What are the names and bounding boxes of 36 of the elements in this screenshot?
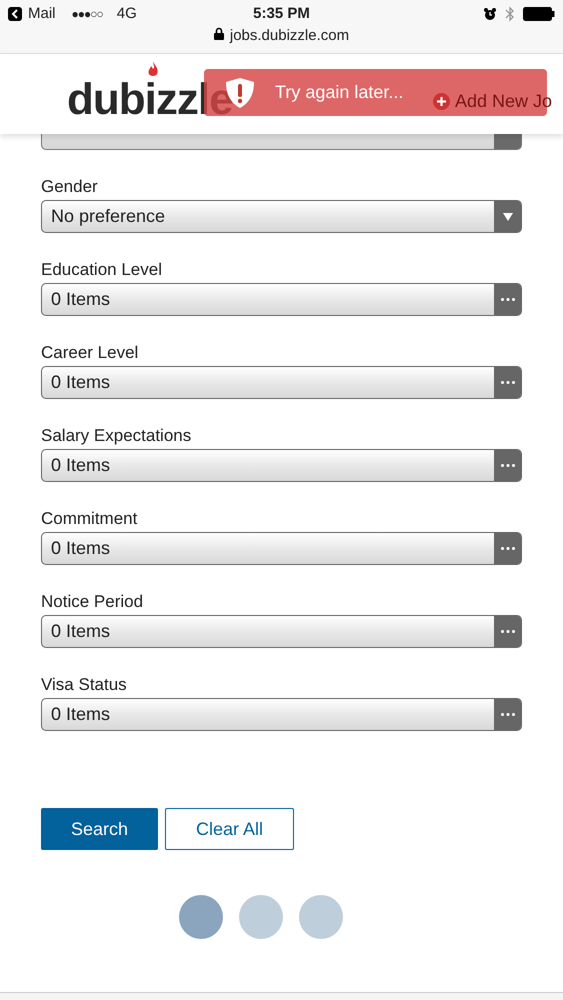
field-label: Salary Expectations <box>41 426 192 446</box>
ellipsis-icon <box>500 381 514 384</box>
field-label: Career Level <box>41 343 140 363</box>
dropdown-field[interactable] <box>41 133 522 150</box>
field-label: Education Level <box>41 260 163 280</box>
clock: 5:35 PM <box>252 5 311 22</box>
dropdown-field[interactable]: 0 Items <box>41 615 522 648</box>
clear-button[interactable]: Clear All <box>165 808 294 850</box>
dropdown-field[interactable]: 0 Items <box>41 283 522 316</box>
caret-icon <box>502 212 512 220</box>
field-label: Notice Period <box>41 592 144 612</box>
field-label: Gender <box>41 177 99 197</box>
battery-icon <box>523 6 555 20</box>
lock-icon <box>214 27 224 40</box>
field-label: Visa Status <box>41 675 128 695</box>
dropdown-field[interactable]: No preference <box>41 200 522 233</box>
bluetooth-icon <box>505 6 515 22</box>
ellipsis-icon <box>500 298 514 301</box>
toast-message: Try again later... <box>275 82 404 103</box>
search-button[interactable]: Search <box>41 808 158 850</box>
ellipsis-icon <box>500 464 514 467</box>
dropdown-field[interactable]: 0 Items <box>41 532 522 565</box>
dropdown-field[interactable]: 0 Items <box>41 698 522 731</box>
signal-dots: ●●●○○ <box>72 6 103 20</box>
url-text[interactable]: jobs.dubizzle.com <box>230 27 350 44</box>
field-label: Commitment <box>41 509 138 529</box>
network-type: 4G <box>116 5 137 22</box>
alarm-icon <box>483 6 497 20</box>
dropdown-field[interactable]: 0 Items <box>41 449 522 482</box>
back-icon[interactable] <box>8 6 22 20</box>
ellipsis-icon <box>500 713 514 716</box>
ellipsis-icon <box>500 547 514 550</box>
back-app-label[interactable]: Mail <box>28 5 56 22</box>
flame-icon <box>147 61 159 79</box>
dropdown-field[interactable]: 0 Items <box>41 366 522 399</box>
ellipsis-icon <box>500 630 514 633</box>
